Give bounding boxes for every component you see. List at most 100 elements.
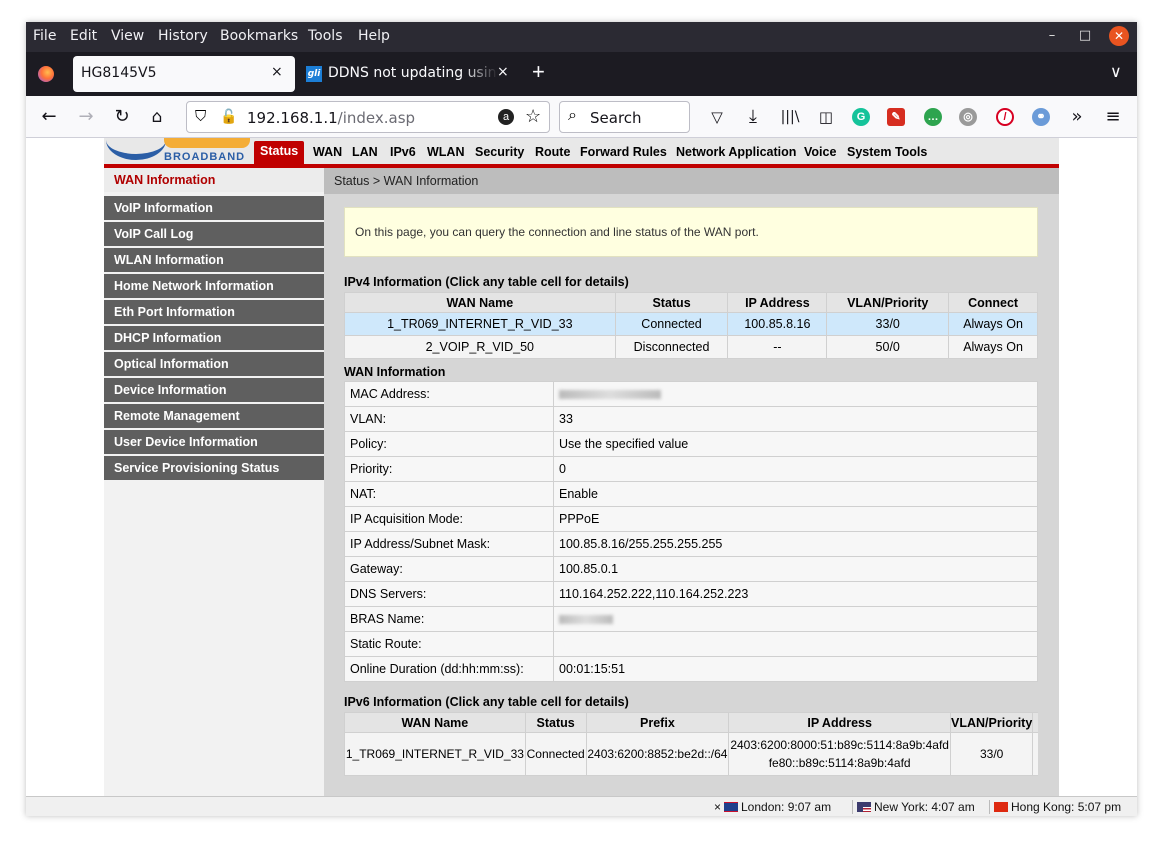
grammarly-icon[interactable]: G [852, 108, 870, 126]
cell-status[interactable]: Connected [524, 732, 587, 776]
menu-file[interactable]: File [33, 28, 56, 44]
table-row: IP Acquisition Mode: PPPoE [344, 506, 1038, 532]
cell-status[interactable]: Connected [614, 312, 729, 336]
sidebar-item-user-device-information[interactable]: User Device Information [104, 430, 324, 454]
cell-ip-address[interactable]: -- [727, 335, 828, 359]
wan-info-label: BRAS Name: [344, 606, 554, 632]
library-icon[interactable]: |||\ [779, 106, 801, 128]
table-row: Online Duration (dd:hh:mm:ss): 00:01:15:5… [344, 656, 1038, 682]
ipv6-header-ip-address: IP Address [728, 712, 952, 733]
nav-voice[interactable]: Voice [804, 145, 836, 159]
clock-close-icon[interactable]: × [714, 800, 721, 814]
nav-forward-rules[interactable]: Forward Rules [580, 145, 667, 159]
menu-bookmarks[interactable]: Bookmarks [220, 28, 298, 44]
wan-info-label: VLAN: [344, 406, 554, 432]
ipv6-header-prefix: Prefix [585, 712, 730, 733]
cell-status[interactable]: Disconnected [614, 335, 729, 359]
firefox-icon[interactable] [38, 66, 54, 82]
menu-help[interactable]: Help [358, 28, 390, 44]
tab-hg8145v5[interactable]: HG8145V5 × [73, 56, 295, 92]
sidebar-item-service-provisioning-status[interactable]: Service Provisioning Status [104, 456, 324, 480]
nav-security[interactable]: Security [475, 145, 524, 159]
ipv4-header-ip-address: IP Address [727, 292, 828, 313]
cell-connect[interactable] [1032, 732, 1038, 776]
pocket-icon[interactable]: ▽ [706, 106, 728, 128]
menu-edit[interactable]: Edit [70, 28, 97, 44]
menu-history[interactable]: History [158, 28, 208, 44]
nav-system-tools[interactable]: System Tools [847, 145, 927, 159]
nav-network-application[interactable]: Network Application [676, 145, 796, 159]
color-picker-icon[interactable]: ✎ [887, 108, 905, 126]
minimize-icon[interactable]: – [1042, 26, 1062, 46]
cell-wan-name[interactable]: 1_TR069_INTERNET_R_VID_33 [344, 312, 616, 336]
url-text[interactable]: 192.168.1.1/index.asp [247, 109, 415, 127]
reader-extension-icon[interactable]: a [498, 109, 514, 125]
cell-vlan-priority[interactable]: 33/0 [950, 732, 1034, 776]
ipv6-table: WAN Name Status Prefix IP Address VLAN/P… [344, 712, 1038, 776]
sidebar-item-wlan-information[interactable]: WLAN Information [104, 248, 324, 272]
ipv4-header-wan-name: WAN Name [344, 292, 616, 313]
overflow-chevrons-icon[interactable]: » [1066, 106, 1088, 128]
wan-info-label: DNS Servers: [344, 581, 554, 607]
nav-lan[interactable]: LAN [352, 145, 378, 159]
close-window-icon[interactable]: ✕ [1109, 26, 1129, 46]
block-icon[interactable]: / [996, 108, 1014, 126]
back-icon[interactable]: ← [38, 106, 60, 128]
cell-wan-name[interactable]: 1_TR069_INTERNET_R_VID_33 [344, 732, 526, 776]
bookmark-star-icon[interactable]: ☆ [525, 106, 541, 127]
table-row: DNS Servers: 110.164.252.222,110.164.252.… [344, 581, 1038, 607]
cell-vlan-priority[interactable]: 50/0 [826, 335, 950, 359]
insecure-lock-icon[interactable]: 🔓 [220, 108, 237, 125]
cell-prefix[interactable]: 2403:6200:8852:be2d::/64 [585, 732, 730, 776]
tab-ddns[interactable]: gli DDNS not updating using × [301, 56, 513, 92]
downloads-icon[interactable]: ⤓ [742, 106, 764, 128]
sidebar-icon[interactable]: ◫ [815, 106, 837, 128]
sidebar-item-voip-information[interactable]: VoIP Information [104, 196, 324, 220]
sidebar-item-eth-port-information[interactable]: Eth Port Information [104, 300, 324, 324]
table-row[interactable]: 1_TR069_INTERNET_R_VID_33 Connected 100.… [344, 312, 1038, 336]
list-tabs-icon[interactable]: ∨ [1110, 62, 1122, 82]
maximize-icon[interactable]: □ [1075, 26, 1095, 46]
wan-info-label: Policy: [344, 431, 554, 457]
cell-ip-address[interactable]: 100.85.8.16 [727, 312, 828, 336]
forward-icon[interactable]: → [75, 106, 97, 128]
sidebar-item-voip-call-log[interactable]: VoIP Call Log [104, 222, 324, 246]
table-row[interactable]: 2_VOIP_R_VID_50 Disconnected -- 50/0 Alw… [344, 335, 1038, 359]
menu-view[interactable]: View [111, 28, 144, 44]
cell-ip-address[interactable]: 2403:6200:8000:51:b89c:5114:8a9b:4afd fe8… [728, 732, 952, 776]
tab-close-icon[interactable]: × [497, 64, 509, 80]
cell-wan-name[interactable]: 2_VOIP_R_VID_50 [344, 335, 616, 359]
reload-icon[interactable]: ↻ [111, 106, 133, 128]
nav-wan[interactable]: WAN [313, 145, 342, 159]
search-box[interactable]: ⌕ Search [559, 101, 690, 133]
nav-wlan[interactable]: WLAN [427, 145, 465, 159]
cell-vlan-priority[interactable]: 33/0 [826, 312, 950, 336]
shield-icon[interactable]: ⛉ [195, 108, 206, 125]
sidebar-item-dhcp-information[interactable]: DHCP Information [104, 326, 324, 350]
url-bar[interactable]: ⛉ 🔓 192.168.1.1/index.asp a ☆ [186, 101, 550, 133]
cell-connect[interactable]: Always On [948, 335, 1038, 359]
cell-connect[interactable]: Always On [948, 312, 1038, 336]
sidebar-item-home-network-information[interactable]: Home Network Information [104, 274, 324, 298]
sidebar-item-optical-information[interactable]: Optical Information [104, 352, 324, 376]
new-tab-button[interactable]: + [532, 59, 545, 85]
search-input[interactable]: Search [590, 109, 642, 127]
home-icon[interactable]: ⌂ [146, 106, 168, 128]
table-row[interactable]: 1_TR069_INTERNET_R_VID_33 Connected 2403… [344, 732, 1038, 776]
sidebar-item-remote-management[interactable]: Remote Management [104, 404, 324, 428]
menu-bar: File Edit View History Bookmarks Tools H… [26, 22, 1137, 52]
globe-icon[interactable]: ◎ [959, 108, 977, 126]
nav-route[interactable]: Route [535, 145, 570, 159]
sidebar-item-wan-information[interactable]: WAN Information [104, 168, 324, 192]
clock-hong-kong: Hong Kong: 5:07 pm [989, 800, 1121, 814]
ipv4-section-title: IPv4 Information (Click any table cell f… [344, 275, 629, 289]
nav-status[interactable]: Status [254, 141, 305, 164]
extension-icon[interactable]: ⚭ [1032, 108, 1050, 126]
chat-icon[interactable]: … [924, 108, 942, 126]
menu-tools[interactable]: Tools [308, 28, 343, 44]
tab-close-icon[interactable]: × [271, 64, 283, 80]
nav-ipv6[interactable]: IPv6 [390, 145, 416, 159]
hamburger-menu-icon[interactable]: ≡ [1102, 106, 1124, 128]
sidebar-item-device-information[interactable]: Device Information [104, 378, 324, 402]
router-header: BROADBAND Status WAN LAN IPv6 WLAN Secur… [104, 138, 1059, 168]
